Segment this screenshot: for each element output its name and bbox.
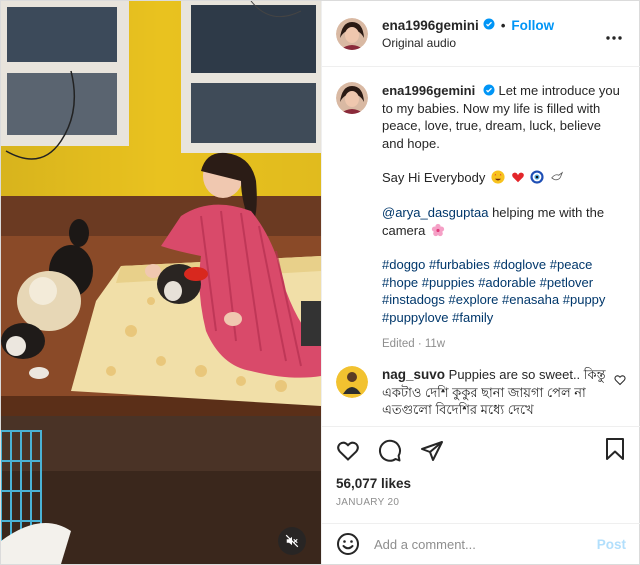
hashtag-link[interactable]: #petlover [540,275,593,290]
hashtag-link[interactable]: #explore [449,292,499,307]
post-container: ena1996gemini • Follow Original audio en… [0,0,640,565]
header-separator: • [500,17,506,33]
caption-row: ena1996gemini Let me introduce you to my… [336,82,626,353]
comment-like-icon[interactable] [614,374,626,389]
hashtag-link[interactable]: #doggo [382,257,425,272]
comments-area[interactable]: ena1996gemini Let me introduce you to my… [322,68,640,426]
post-header: ena1996gemini • Follow Original audio [322,1,640,67]
post-comment-button[interactable]: Post [597,537,626,552]
nazar-amulet-emoji-icon [530,170,544,184]
save-bookmark-icon[interactable] [604,437,626,461]
post-actions: 56,077 likes JANUARY 20 [322,426,640,526]
hashtag-link[interactable]: #instadogs [382,292,445,307]
red-heart-emoji-icon [511,173,524,183]
hashtag-link[interactable]: #hope [382,275,418,290]
post-date[interactable]: JANUARY 20 [336,497,626,508]
comment-input[interactable] [374,536,597,552]
add-comment-bar: Post [322,523,640,564]
hashtag-link[interactable]: #puppylove [382,310,449,325]
edited-label: Edited [382,337,415,350]
comment-username[interactable]: nag_suvo [382,367,445,382]
comment-bubble-icon[interactable] [378,439,402,463]
hashtag-link[interactable]: #family [452,310,493,325]
audio-label[interactable]: Original audio [382,36,554,50]
star-struck-emoji-icon [491,170,505,184]
speaker-muted-icon [285,534,299,548]
caption-meta: Edited · 11w [382,337,446,350]
hashtag-link[interactable]: #furbabies [429,257,490,272]
hashtag-link[interactable]: #puppies [422,275,475,290]
hashtag-link[interactable]: #adorable [478,275,536,290]
hashtag-link[interactable]: #puppy [563,292,606,307]
mention-link[interactable]: @arya_dasguptaa [382,205,488,220]
share-paper-plane-icon[interactable] [420,439,444,463]
caption-text: ena1996gemini Let me introduce you to my… [382,82,622,353]
follow-button[interactable]: Follow [511,18,554,33]
hashtag-link[interactable]: #peace [550,257,593,272]
post-video[interactable] [1,1,321,564]
video-frame [1,1,321,564]
post-side-panel: ena1996gemini • Follow Original audio en… [321,1,640,564]
hashtags: #doggo #furbabies #doglove #peace #hope … [382,256,622,326]
likes-count[interactable]: 56,077 likes [336,476,626,491]
author-avatar[interactable] [336,17,368,50]
caption-username[interactable]: ena1996gemini [382,83,475,98]
dove-emoji-icon [551,171,563,181]
hashtag-link[interactable]: #enasaha [502,292,559,307]
like-heart-icon[interactable] [336,439,360,463]
emoji-picker-icon[interactable] [336,532,360,556]
caption-line-2: Say Hi Everybody [382,170,486,186]
comment-item: nag_suvo Puppies are so sweet.. কিন্তু এ… [336,366,626,419]
caption-avatar[interactable] [336,82,368,114]
commenter-avatar[interactable] [336,366,368,399]
verified-badge-icon [483,18,495,33]
mute-button[interactable] [278,527,306,555]
cherry-blossom-emoji-icon [431,223,445,236]
verified-badge-icon [483,84,495,96]
more-options-icon[interactable] [606,28,622,43]
comment-text: nag_suvo Puppies are so sweet.. কিন্তু এ… [382,366,614,419]
header-username[interactable]: ena1996gemini [382,18,479,33]
hashtag-link[interactable]: #doglove [493,257,546,272]
caption-time[interactable]: 11w [425,338,445,350]
